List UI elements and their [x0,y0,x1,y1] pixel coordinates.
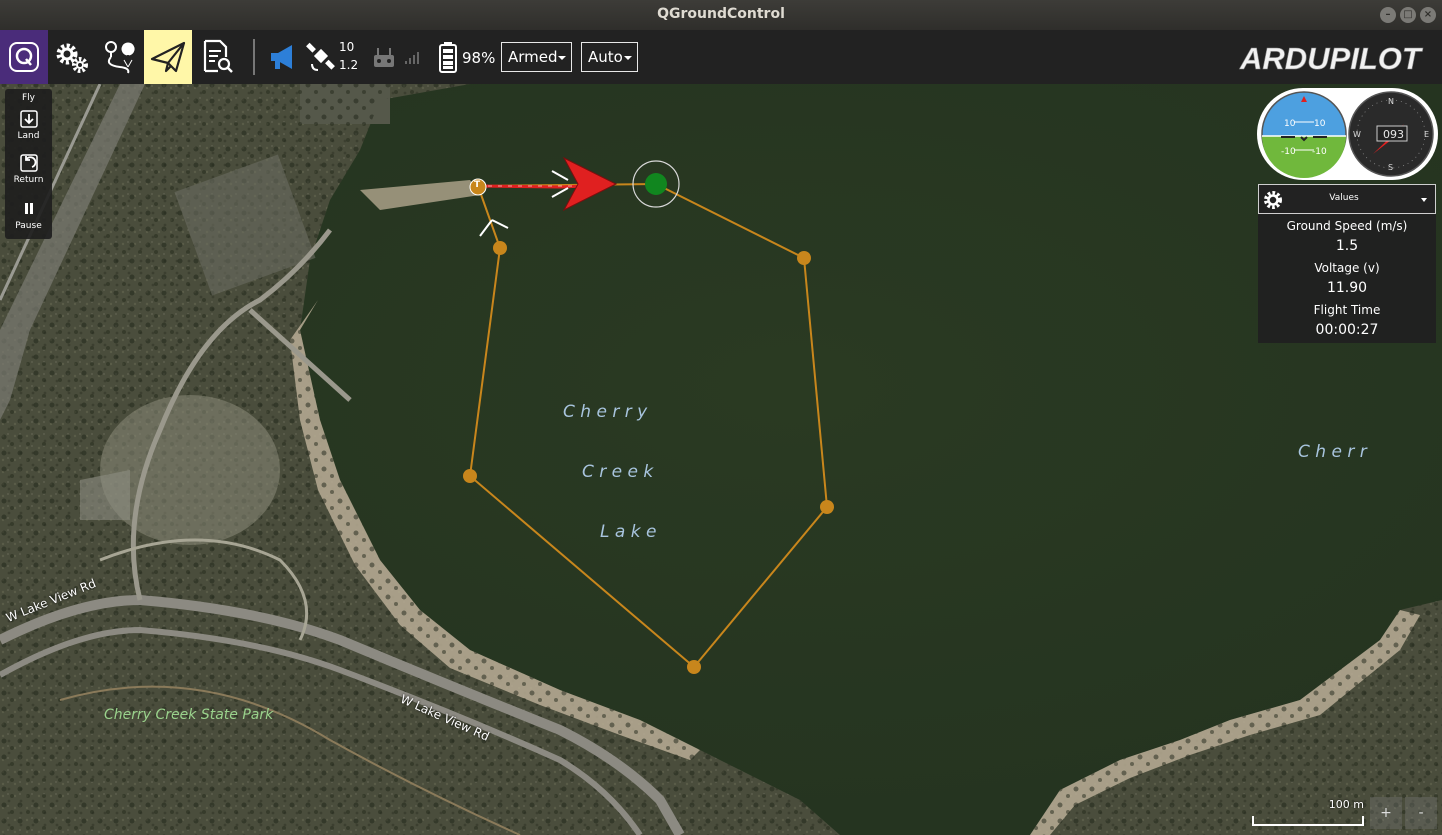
ardupilot-logo-text: ARDUPILOT [1239,41,1424,76]
heading-readout: 093 [1383,128,1404,141]
minimize-button[interactable]: – [1380,7,1396,23]
analyze-button[interactable] [192,30,240,84]
voltage-label: Voltage (v) [1314,261,1380,275]
hdop-value: 1.2 [339,58,359,72]
return-button[interactable]: Return [5,153,52,191]
chevron-down-icon [558,56,566,60]
signal-strength [400,30,424,84]
settings-button[interactable] [48,30,96,84]
plan-button[interactable] [96,30,144,84]
gps-indicator[interactable] [303,30,339,84]
map-scale: 100 m [1250,798,1368,830]
rc-rssi-indicator[interactable] [368,30,400,84]
compass-north: N [1388,97,1394,106]
gears-icon [56,43,88,73]
pitch-down-left: -10 [1281,147,1296,157]
pause-button[interactable]: Pause [5,199,52,237]
ground-speed-label: Ground Speed (m/s) [1286,219,1408,233]
flight-mode-dropdown[interactable]: Auto [581,42,638,72]
land-icon [19,110,38,128]
messages-indicator[interactable] [260,30,306,84]
compass-south: S [1388,163,1393,172]
compass-west: W [1353,130,1361,139]
flight-mode-label: Auto [588,48,623,66]
window-title: QGroundControl [657,6,785,22]
voltage-value: 11.90 [1326,280,1368,296]
maximize-button[interactable]: □ [1400,7,1416,23]
compass-east: E [1424,130,1429,139]
ground-speed-value: 1.5 [1335,238,1359,254]
values-panel: Values Ground Speed (m/s) 1.5 Voltage (v… [1258,184,1436,343]
battery-percent: 98% [462,49,496,67]
pause-icon [24,203,33,214]
flight-time-label: Flight Time [1313,303,1381,317]
megaphone-icon [271,45,292,69]
pitch-up-right: 10 [1314,119,1326,129]
signal-bars-icon [405,52,419,64]
instrument-panel: 10 10 -10 -10 093 N S E W [1257,88,1438,180]
qgc-logo-button[interactable] [0,30,48,84]
chevron-down-icon[interactable] [1421,198,1427,202]
takeoff-marker-label[interactable]: T [474,180,480,190]
zoom-in-button[interactable]: + [1370,797,1402,829]
close-button[interactable]: × [1420,7,1436,23]
zoom-out-button[interactable]: - [1405,797,1437,829]
paper-plane-icon [150,41,186,73]
mission-overlay [463,156,834,674]
vehicle-icon [479,156,618,237]
qgroundcontrol-window: QGroundControl – □ × 10 1.2 98% Armed Au… [0,0,1442,835]
land-label: Land [17,131,40,141]
waypoint-marker [687,660,701,674]
battery-icon [439,42,457,73]
toolbar-separator [253,39,255,75]
fly-tool-panel: Fly Land Return Pause [5,89,52,239]
values-header-label: Values [1329,193,1359,203]
satellite-icon [306,42,335,71]
scale-bar [1252,816,1364,826]
satellite-count: 10 [339,40,355,54]
remote-control-icon [374,48,394,67]
main-toolbar: 10 1.2 98% Armed Auto ARDUPILOT [0,30,1442,84]
values-header[interactable]: Values [1258,184,1436,214]
waypoint-marker [797,251,811,265]
analyze-document-icon [203,39,233,73]
ardupilot-logo: ARDUPILOT [1236,38,1432,78]
ardupilot-logo-graphic: ARDUPILOT [1239,41,1424,77]
instrument-gauges: 10 10 -10 -10 093 N S E W [1261,91,1434,178]
return-home-icon [19,154,38,172]
qgc-icon [9,42,39,72]
waypoint-marker [493,241,507,255]
battery-indicator[interactable] [434,30,462,84]
land-button[interactable]: Land [5,109,52,147]
arm-state-label: Armed [508,48,558,66]
flight-time-value: 00:00:27 [1315,322,1379,338]
plan-route-icon [105,41,135,74]
scale-label: 100 m [1328,798,1364,811]
return-label: Return [13,175,44,185]
fly-button[interactable] [144,30,192,84]
arm-state-dropdown[interactable]: Armed [501,42,572,72]
map-view[interactable]: C h e r r y C r e e k L a k e C h e r r … [0,84,1442,835]
attitude-indicator [1261,91,1347,178]
pitch-up-left: 10 [1284,119,1296,129]
waypoint-marker [463,469,477,483]
title-bar: QGroundControl – □ × [0,0,1442,30]
chevron-down-icon [624,56,632,60]
pause-label: Pause [15,221,42,231]
fly-panel-header: Fly [21,93,35,103]
pitch-down-right: -10 [1312,147,1327,157]
waypoint-markers [463,241,834,674]
current-waypoint-icon [645,173,667,195]
waypoint-marker [820,500,834,514]
